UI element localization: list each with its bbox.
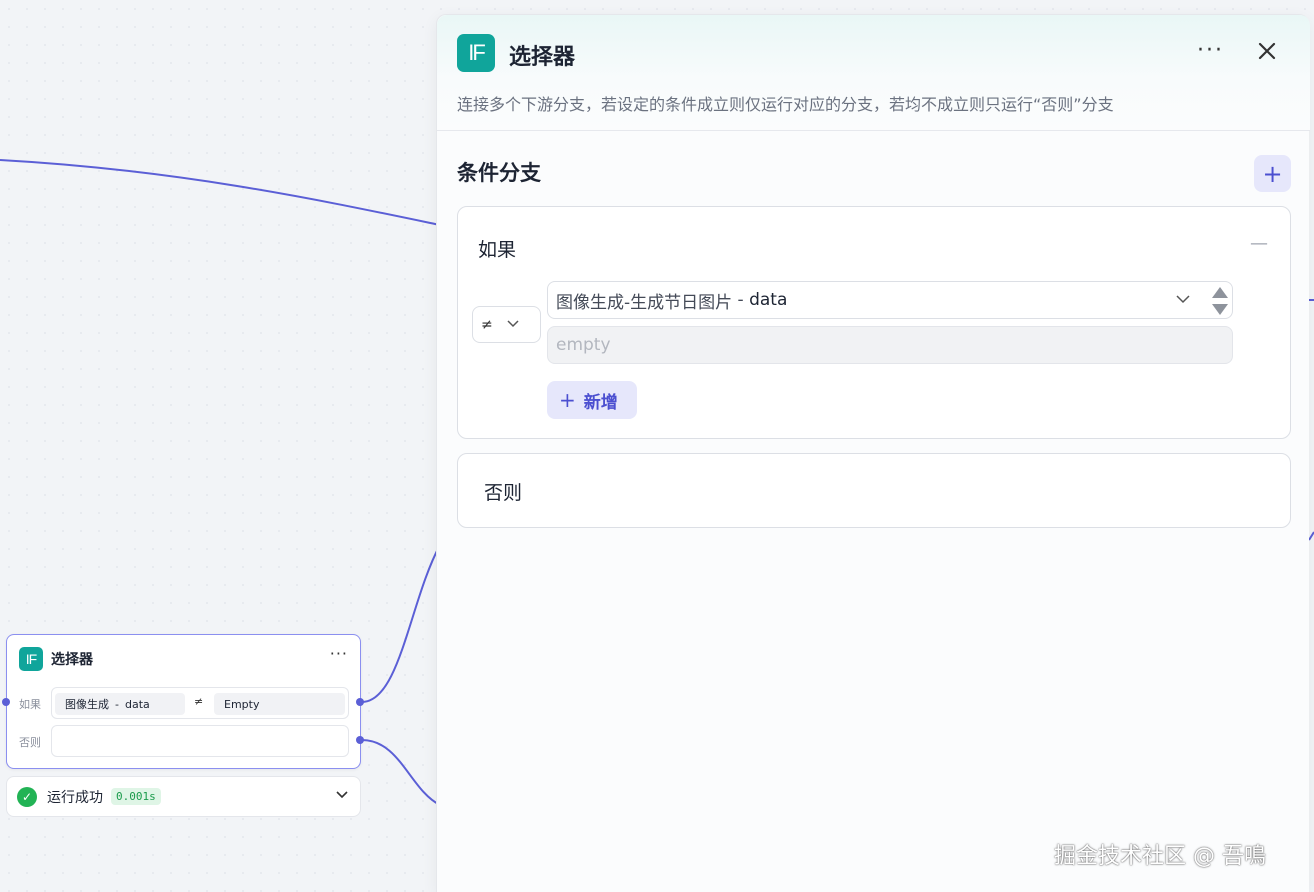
plus-icon: + [1262,159,1283,188]
collapse-icon[interactable]: — [1250,233,1268,254]
watermark: 掘金技术社区 @ 吾鳴 [1054,844,1266,869]
node-if-label: 如果 [19,698,41,711]
edge-incoming [0,159,441,226]
add-condition-button[interactable]: + 新增 [547,381,637,419]
if-branch-card: 如果 — ≠ 图像生成-生成节日图片 - data + 新增 [457,206,1291,439]
node-cond-operator: ≠ [194,695,204,708]
run-status-bar[interactable]: ✓ 运行成功 0.001s [6,776,361,817]
operator-select[interactable]: ≠ [472,306,541,343]
node-cond-variable-chip: 图像生成 - data [55,693,185,715]
panel-header: IF 选择器 ··· 连接多个下游分支，若设定的条件成立则仅运行对应的分支，若均… [437,15,1310,131]
stepper-up-icon[interactable] [1212,287,1228,298]
node-cond-sep: - [115,697,119,711]
edge-right-2 [1308,531,1314,541]
node-header: IF 选择器 [19,647,93,671]
close-icon[interactable] [1257,39,1277,67]
add-branch-button[interactable]: + [1254,155,1291,192]
node-cond-variable: 图像生成 [65,698,109,711]
if-icon: IF [19,647,43,671]
chevron-down-icon[interactable] [336,788,348,802]
run-time-badge: 0.001s [111,788,161,805]
node-cond-value: Empty [224,697,260,711]
edge-else-out [361,739,441,806]
if-branch-label: 如果 [478,239,517,261]
chevron-down-icon [507,318,519,331]
variable-sep: - [732,290,750,310]
panel-title: 选择器 [509,45,576,70]
condition-value-input[interactable] [547,326,1233,364]
edge-if-out [361,544,441,703]
node-title: 选择器 [51,652,93,668]
variable-field: data [749,290,788,310]
variable-source: 图像生成-生成节日图片 [556,292,733,313]
selector-config-panel: IF 选择器 ··· 连接多个下游分支，若设定的条件成立则仅运行对应的分支，若均… [436,14,1310,892]
else-branch-card: 否则 [457,453,1291,528]
else-branch-label: 否则 [484,482,523,504]
selector-node[interactable]: IF 选择器 ··· 如果 图像生成 - data ≠ Empty 否则 [2,634,364,769]
if-icon: IF [457,34,495,72]
run-status-text: 运行成功 [47,789,103,806]
more-options-icon[interactable]: ··· [1197,40,1224,62]
variable-select[interactable]: 图像生成-生成节日图片 - data [547,281,1233,319]
node-input-port[interactable] [2,698,10,706]
operator-value: ≠ [481,316,493,333]
node-else-label: 否则 [19,736,41,749]
node-else-row[interactable] [51,725,349,757]
node-if-output-port[interactable] [356,698,364,706]
success-check-icon: ✓ [17,786,37,807]
stepper-down-icon[interactable] [1212,304,1228,315]
panel-description: 连接多个下游分支，若设定的条件成立则仅运行对应的分支，若均不成立则只运行“否则”… [457,95,1114,114]
node-else-output-port[interactable] [356,736,364,744]
add-condition-label: 新增 [583,392,618,413]
node-cond-value-chip: Empty [214,693,345,715]
node-more-icon[interactable]: ··· [330,646,348,662]
condition-branches-title: 条件分支 [457,161,541,185]
plus-icon: + [559,388,576,412]
stepper-arrows[interactable] [1209,284,1231,318]
chevron-down-icon [1176,293,1190,307]
node-cond-field: data [124,697,150,711]
node-if-row[interactable]: 图像生成 - data ≠ Empty [51,687,349,719]
